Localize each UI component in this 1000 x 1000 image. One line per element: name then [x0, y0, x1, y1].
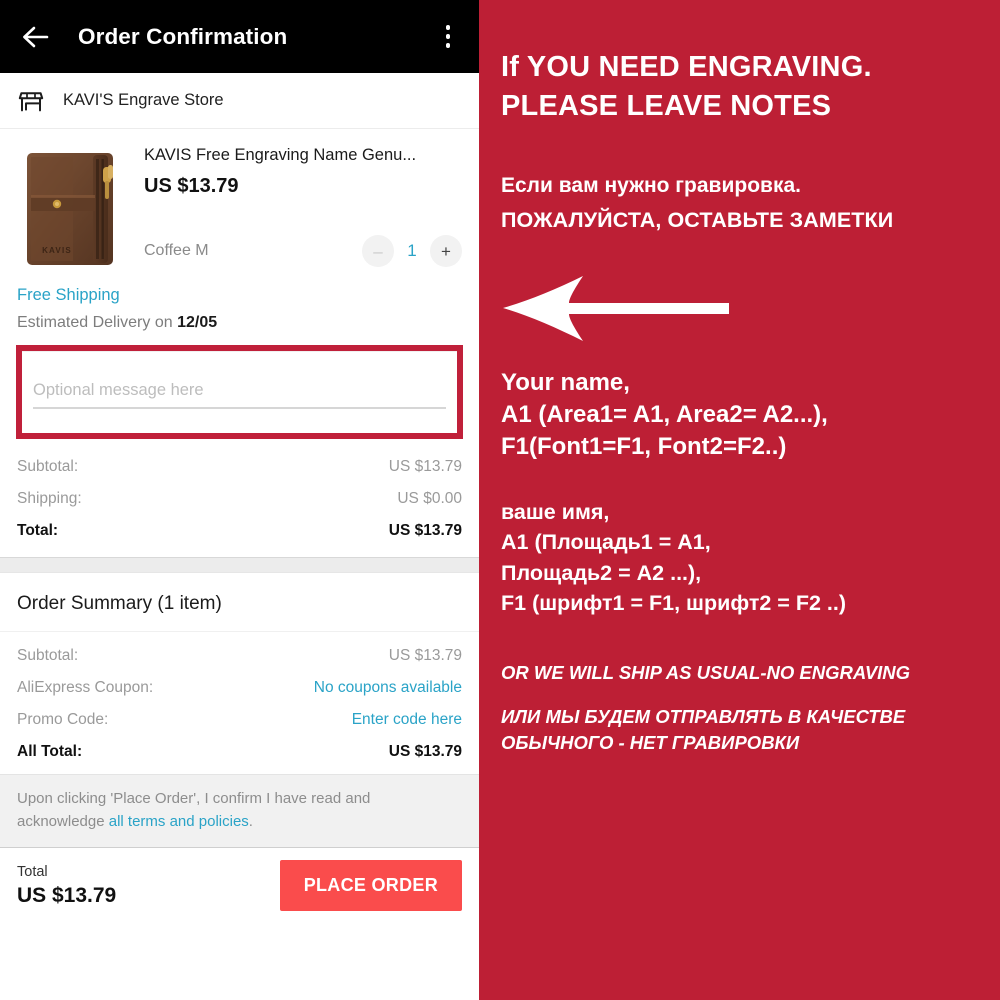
terms-notice: Upon clicking 'Place Order', I confirm I…: [0, 774, 479, 848]
summary-label: Promo Code:: [17, 711, 109, 728]
arrow-left-icon[interactable]: [18, 20, 52, 54]
input-underline: [33, 407, 446, 409]
name-format-en-line2: A1 (Area1= A1, Area2= A2...),: [501, 401, 828, 429]
totals-row: Subtotal: US $13.79: [17, 451, 462, 483]
panel-heading-ru-line1: Если вам нужно гравировка.: [501, 174, 801, 198]
footer-total-value: US $13.79: [17, 883, 117, 907]
summary-row[interactable]: AliExpress Coupon: No coupons available: [17, 672, 462, 704]
promo-code-link[interactable]: Enter code here: [352, 711, 462, 729]
name-format-en: Your name, A1 (Area1= A1, Area2= A2...),…: [501, 367, 978, 463]
panel-footer-ru-line1: ИЛИ МЫ БУДЕМ ОТПРАВЛЯТЬ В КАЧЕСТВЕ: [501, 705, 906, 727]
name-format-ru: ваше имя, A1 (Площадь1 = A1, Площадь2 = …: [501, 497, 978, 619]
summary-label: All Total:: [17, 743, 83, 760]
product-variant[interactable]: Coffee M: [144, 242, 209, 260]
shipping-section: Free Shipping Estimated Delivery on 12/0…: [0, 280, 479, 332]
product-price: US $13.79: [144, 174, 239, 197]
totals-label: Total:: [17, 522, 59, 539]
totals-row: Shipping: US $0.00: [17, 483, 462, 515]
totals-label: Subtotal:: [17, 458, 79, 475]
divider: [22, 351, 457, 352]
quantity-decrease-button[interactable]: –: [362, 235, 394, 267]
totals-value: US $13.79: [388, 522, 462, 539]
panel-heading-en-line2: PLEASE LEAVE NOTES: [501, 89, 832, 122]
order-summary-title: Order Summary (1 item): [0, 573, 479, 632]
totals-value: US $0.00: [397, 490, 462, 507]
totals-label: Shipping:: [17, 490, 82, 507]
panel-footer-ru: ИЛИ МЫ БУДЕМ ОТПРАВЛЯТЬ В КАЧЕСТВЕ ОБЫЧН…: [501, 704, 978, 757]
name-format-ru-line3: Площадь2 = A2 ...),: [501, 560, 702, 585]
app-bar: Order Confirmation: [0, 0, 479, 73]
product-title: KAVIS Free Engraving Name Genu...: [144, 146, 417, 164]
name-format-en-line1: Your name,: [501, 369, 630, 397]
phone-screenshot: Order Confirmation KAVI'S Engrave Store: [0, 0, 479, 1000]
shipping-method[interactable]: Free Shipping: [17, 286, 462, 305]
footer-total: Total US $13.79: [17, 864, 116, 908]
place-order-button[interactable]: PLACE ORDER: [279, 860, 462, 911]
delivery-estimate: Estimated Delivery on 12/05: [17, 314, 462, 332]
section-separator: [0, 557, 479, 573]
quantity-stepper: – 1 +: [362, 235, 462, 267]
name-format-ru-line4: F1 (шрифт1 = F1, шрифт2 = F2 ..): [501, 591, 847, 616]
storefront-icon: [17, 87, 45, 115]
summary-value: US $13.79: [388, 647, 462, 664]
coupon-link[interactable]: No coupons available: [314, 679, 462, 697]
terms-link[interactable]: all terms and policies: [109, 813, 249, 830]
delivery-estimate-label: Estimated Delivery on: [17, 314, 173, 331]
store-row[interactable]: KAVI'S Engrave Store: [0, 73, 479, 129]
engraving-instructions-panel: If YOU NEED ENGRAVING. PLEASE LEAVE NOTE…: [479, 0, 1000, 1000]
panel-heading-en-line1: If YOU NEED ENGRAVING.: [501, 51, 872, 83]
panel-footer-en: OR WE WILL SHIP AS USUAL-NO ENGRAVING: [501, 661, 911, 683]
product-thumbnail[interactable]: KAVIS: [17, 145, 127, 270]
summary-row[interactable]: Promo Code: Enter code here: [17, 704, 462, 736]
summary-row: Subtotal: US $13.79: [17, 640, 462, 672]
summary-row: All Total: US $13.79: [17, 736, 462, 768]
arrow-left-pointer-icon: [501, 273, 978, 343]
quantity-value: 1: [407, 241, 417, 260]
summary-label: AliExpress Coupon:: [17, 679, 154, 696]
footer-total-label: Total: [17, 863, 48, 880]
name-format-ru-line1: ваше имя,: [501, 499, 610, 524]
checkout-footer: Total US $13.79 PLACE ORDER: [0, 848, 479, 911]
screenshot-root: Order Confirmation KAVI'S Engrave Store: [0, 0, 1000, 1000]
name-format-en-line3: F1(Font1=F1, Font2=F2..): [501, 432, 787, 460]
delivery-estimate-date: 12/05: [177, 314, 218, 331]
order-summary-rows: Subtotal: US $13.79 AliExpress Coupon: N…: [0, 632, 479, 774]
totals-value: US $13.79: [388, 458, 462, 475]
message-highlight-box: Optional message here: [16, 345, 463, 439]
panel-footer-ru-line2: ОБЫЧНОГО - НЕТ ГРАВИРОВКИ: [501, 732, 800, 754]
totals-section: Subtotal: US $13.79 Shipping: US $0.00 T…: [0, 439, 479, 557]
panel-heading-ru: Если вам нужно гравировка. ПОЖАЛУЙСТА, О…: [501, 169, 978, 237]
store-name: KAVI'S Engrave Store: [63, 91, 224, 109]
quantity-increase-button[interactable]: +: [430, 235, 462, 267]
summary-value: US $13.79: [388, 743, 462, 760]
message-placeholder: Optional message here: [33, 381, 204, 399]
panel-heading-en: If YOU NEED ENGRAVING. PLEASE LEAVE NOTE…: [501, 48, 978, 125]
svg-text:KAVIS: KAVIS: [42, 246, 72, 255]
kebab-menu-icon[interactable]: [435, 22, 461, 52]
message-input[interactable]: Optional message here: [33, 381, 446, 409]
name-format-ru-line2: A1 (Площадь1 = A1,: [501, 530, 711, 555]
product-row[interactable]: KAVIS KAVIS Free Engraving Name Genu... …: [0, 129, 479, 280]
summary-label: Subtotal:: [17, 647, 79, 664]
page-title: Order Confirmation: [78, 23, 288, 49]
totals-row: Total: US $13.79: [17, 515, 462, 547]
panel-heading-ru-line2: ПОЖАЛУЙСТА, ОСТАВЬТЕ ЗАМЕТКИ: [501, 207, 894, 232]
terms-text-after: .: [248, 812, 253, 830]
